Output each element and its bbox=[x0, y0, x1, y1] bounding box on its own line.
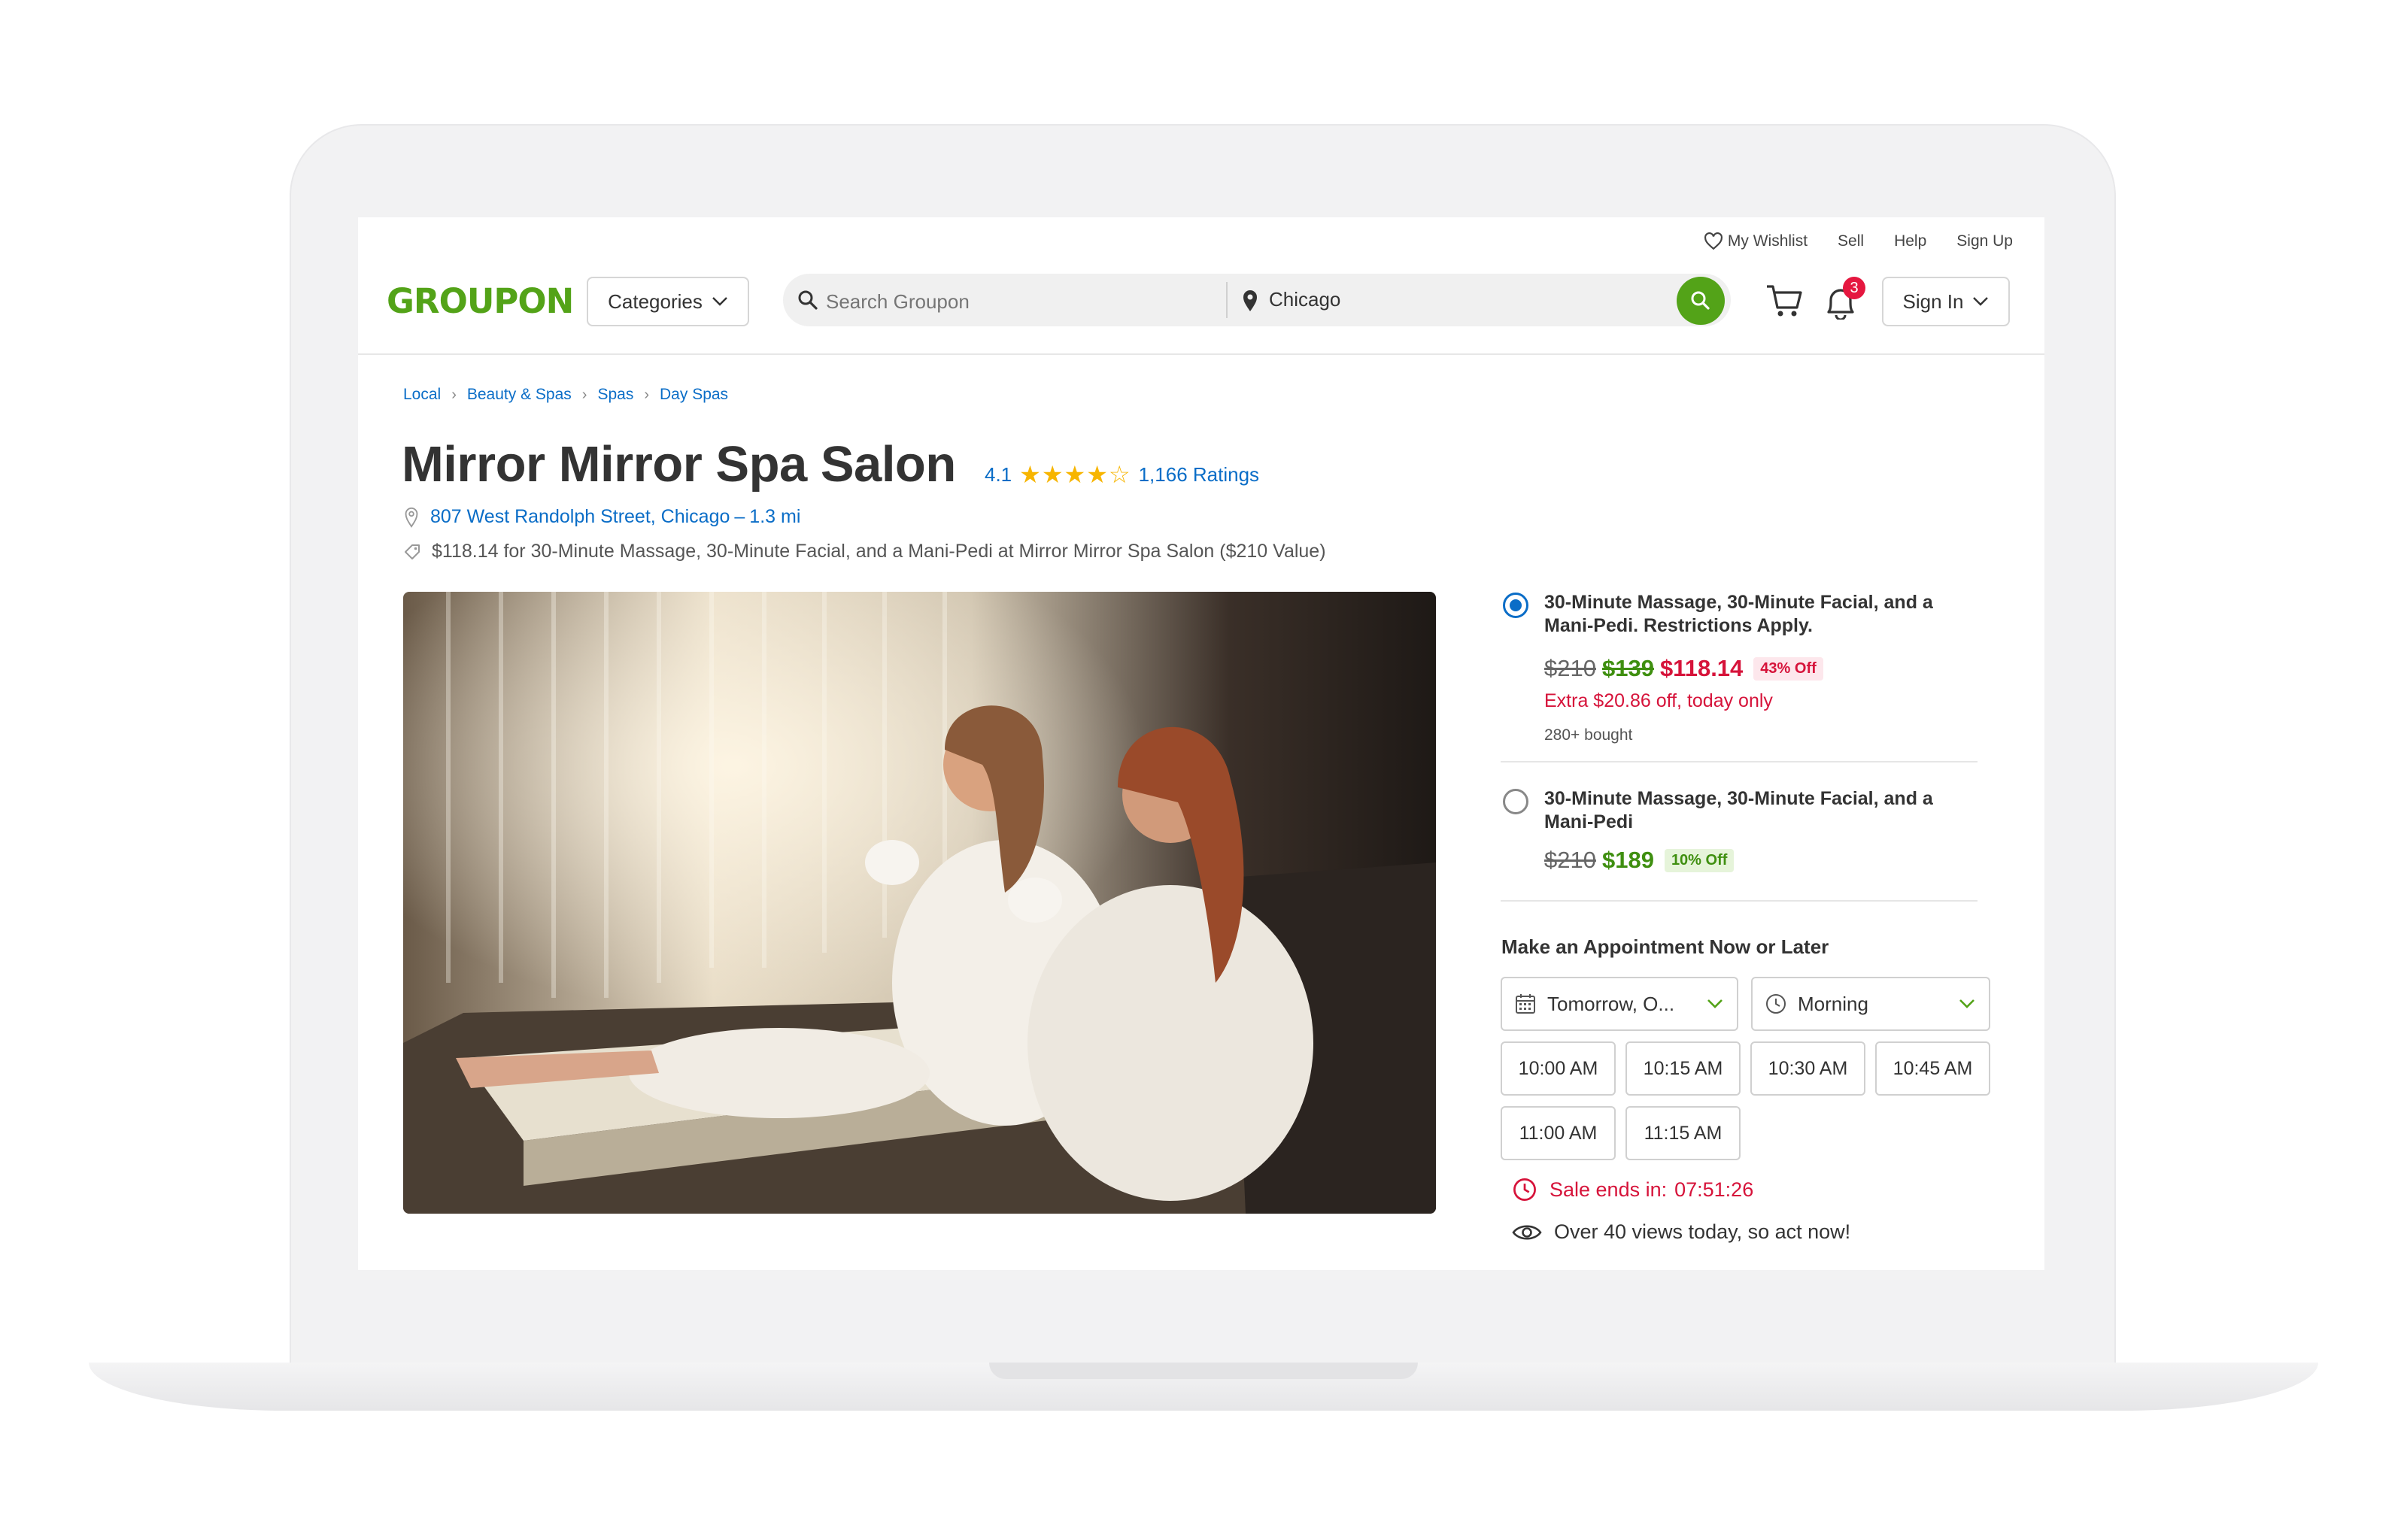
laptop-notch bbox=[989, 1363, 1418, 1379]
time-slot-1100[interactable]: 11:00 AM bbox=[1501, 1106, 1616, 1160]
date-value: Tomorrow, O... bbox=[1547, 992, 1675, 1015]
time-slot-1015[interactable]: 10:15 AM bbox=[1625, 1041, 1741, 1096]
location-input[interactable]: Chicago bbox=[1269, 288, 1340, 311]
search-icon bbox=[798, 290, 818, 310]
rating-summary[interactable]: 4.1 ★★★★☆ 1,166 Ratings bbox=[985, 460, 1259, 489]
ratings-count-link[interactable]: 1,166 Ratings bbox=[1139, 463, 1259, 487]
clock-icon bbox=[1513, 1178, 1536, 1201]
address-separator: – bbox=[734, 506, 745, 527]
option-2-pricing: $210 $189 10% Off bbox=[1544, 847, 1735, 874]
chevron-down-icon bbox=[712, 297, 727, 306]
clock-icon bbox=[1766, 994, 1786, 1014]
categories-label: Categories bbox=[608, 290, 703, 313]
option-1-extra-discount: Extra $20.86 off, today only bbox=[1544, 690, 1773, 711]
cart-icon[interactable] bbox=[1765, 283, 1803, 318]
views-text: Over 40 views today, so act now! bbox=[1554, 1220, 1851, 1243]
option-1-discount-badge: 43% Off bbox=[1753, 656, 1823, 681]
breadcrumb-beauty-spas[interactable]: Beauty & Spas bbox=[467, 386, 572, 404]
option-2-price: $189 bbox=[1601, 847, 1654, 873]
signin-label: Sign In bbox=[1902, 290, 1964, 313]
option-2-discount-badge: 10% Off bbox=[1664, 848, 1735, 872]
signup-link[interactable]: Sign Up bbox=[1956, 232, 2013, 250]
heart-icon bbox=[1704, 232, 1723, 250]
breadcrumb-spas[interactable]: Spas bbox=[597, 386, 633, 404]
option-2-radio[interactable] bbox=[1503, 789, 1528, 814]
header-divider bbox=[358, 353, 2044, 355]
eye-icon bbox=[1512, 1224, 1542, 1240]
star-rating-icon: ★★★★☆ bbox=[1019, 461, 1131, 488]
deal-description-row: $118.14 for 30-Minute Massage, 30-Minute… bbox=[403, 541, 1326, 562]
location-pin-icon bbox=[1243, 290, 1257, 311]
signin-button[interactable]: Sign In bbox=[1882, 277, 2010, 326]
sale-ends-label: Sale ends in: bbox=[1550, 1178, 1668, 1201]
search-icon bbox=[1691, 291, 1710, 310]
chevron-down-icon bbox=[1959, 999, 1974, 1008]
option-1-title[interactable]: 30-Minute Massage, 30-Minute Facial, and… bbox=[1544, 591, 1965, 638]
time-slot-1045[interactable]: 10:45 AM bbox=[1875, 1041, 1990, 1096]
notification-badge: 3 bbox=[1843, 277, 1865, 299]
time-slot-1000[interactable]: 10:00 AM bbox=[1501, 1041, 1616, 1096]
sale-countdown: Sale ends in: 07:51:26 bbox=[1512, 1177, 1753, 1202]
option-divider bbox=[1501, 761, 1978, 762]
chevron-down-icon bbox=[1707, 999, 1723, 1008]
appointment-heading: Make an Appointment Now or Later bbox=[1501, 935, 1829, 958]
breadcrumb: Local › Beauty & Spas › Spas › Day Spas bbox=[403, 386, 728, 404]
chevron-right-icon: › bbox=[581, 386, 587, 403]
address-link[interactable]: 807 West Randolph Street, Chicago bbox=[430, 506, 730, 528]
rating-value: 4.1 bbox=[985, 462, 1012, 486]
option-1-radio[interactable] bbox=[1503, 593, 1528, 618]
categories-button[interactable]: Categories bbox=[587, 277, 749, 326]
spa-photo-illustration bbox=[403, 592, 1436, 1214]
wishlist-label: My Wishlist bbox=[1727, 232, 1808, 250]
option-1-price: $139 bbox=[1601, 655, 1654, 681]
time-slot-1115[interactable]: 11:15 AM bbox=[1625, 1106, 1741, 1160]
time-of-day-value: Morning bbox=[1798, 992, 1868, 1015]
chevron-right-icon: › bbox=[644, 386, 650, 403]
help-link[interactable]: Help bbox=[1894, 232, 1926, 250]
chevron-down-icon bbox=[1973, 297, 1989, 306]
option-2-original-price: $210 bbox=[1544, 847, 1596, 873]
breadcrumb-day-spas[interactable]: Day Spas bbox=[660, 386, 728, 404]
tag-icon bbox=[405, 544, 420, 559]
sell-link[interactable]: Sell bbox=[1838, 232, 1864, 250]
location-pin-icon bbox=[405, 507, 418, 528]
option-2-title[interactable]: 30-Minute Massage, 30-Minute Facial, and… bbox=[1544, 787, 1965, 834]
date-select[interactable]: Tomorrow, O... bbox=[1501, 977, 1738, 1031]
page-title: Mirror Mirror Spa Salon bbox=[402, 436, 956, 493]
chevron-right-icon: › bbox=[451, 386, 457, 403]
time-of-day-select[interactable]: Morning bbox=[1751, 977, 1990, 1031]
groupon-logo[interactable]: GROUPON bbox=[387, 281, 574, 321]
option-1-sale-price: $118.14 bbox=[1659, 655, 1744, 681]
calendar-icon bbox=[1516, 994, 1535, 1014]
search-button[interactable] bbox=[1677, 277, 1725, 325]
search-input[interactable] bbox=[824, 283, 1219, 320]
browser-screen: My Wishlist Sell Help Sign Up GROUPON Ca… bbox=[358, 217, 2044, 1270]
breadcrumb-local[interactable]: Local bbox=[403, 386, 441, 404]
views-notice: Over 40 views today, so act now! bbox=[1512, 1220, 1850, 1244]
option-divider bbox=[1501, 900, 1978, 902]
address-row: 807 West Randolph Street, Chicago –1.3 mi bbox=[403, 506, 800, 528]
option-1-bought-count: 280+ bought bbox=[1544, 726, 1633, 744]
wishlist-link[interactable]: My Wishlist bbox=[1704, 232, 1808, 250]
distance: 1.3 mi bbox=[749, 506, 801, 527]
deal-description: $118.14 for 30-Minute Massage, 30-Minute… bbox=[432, 541, 1326, 562]
option-1-pricing: $210 $139 $118.14 43% Off bbox=[1544, 655, 1823, 682]
option-1-original-price: $210 bbox=[1544, 655, 1596, 681]
search-divider bbox=[1226, 282, 1228, 318]
utility-nav: My Wishlist Sell Help Sign Up bbox=[1704, 232, 2013, 250]
time-slot-1030[interactable]: 10:30 AM bbox=[1750, 1041, 1865, 1096]
deal-photo[interactable] bbox=[403, 592, 1436, 1214]
countdown-timer: 07:51:26 bbox=[1674, 1178, 1754, 1201]
